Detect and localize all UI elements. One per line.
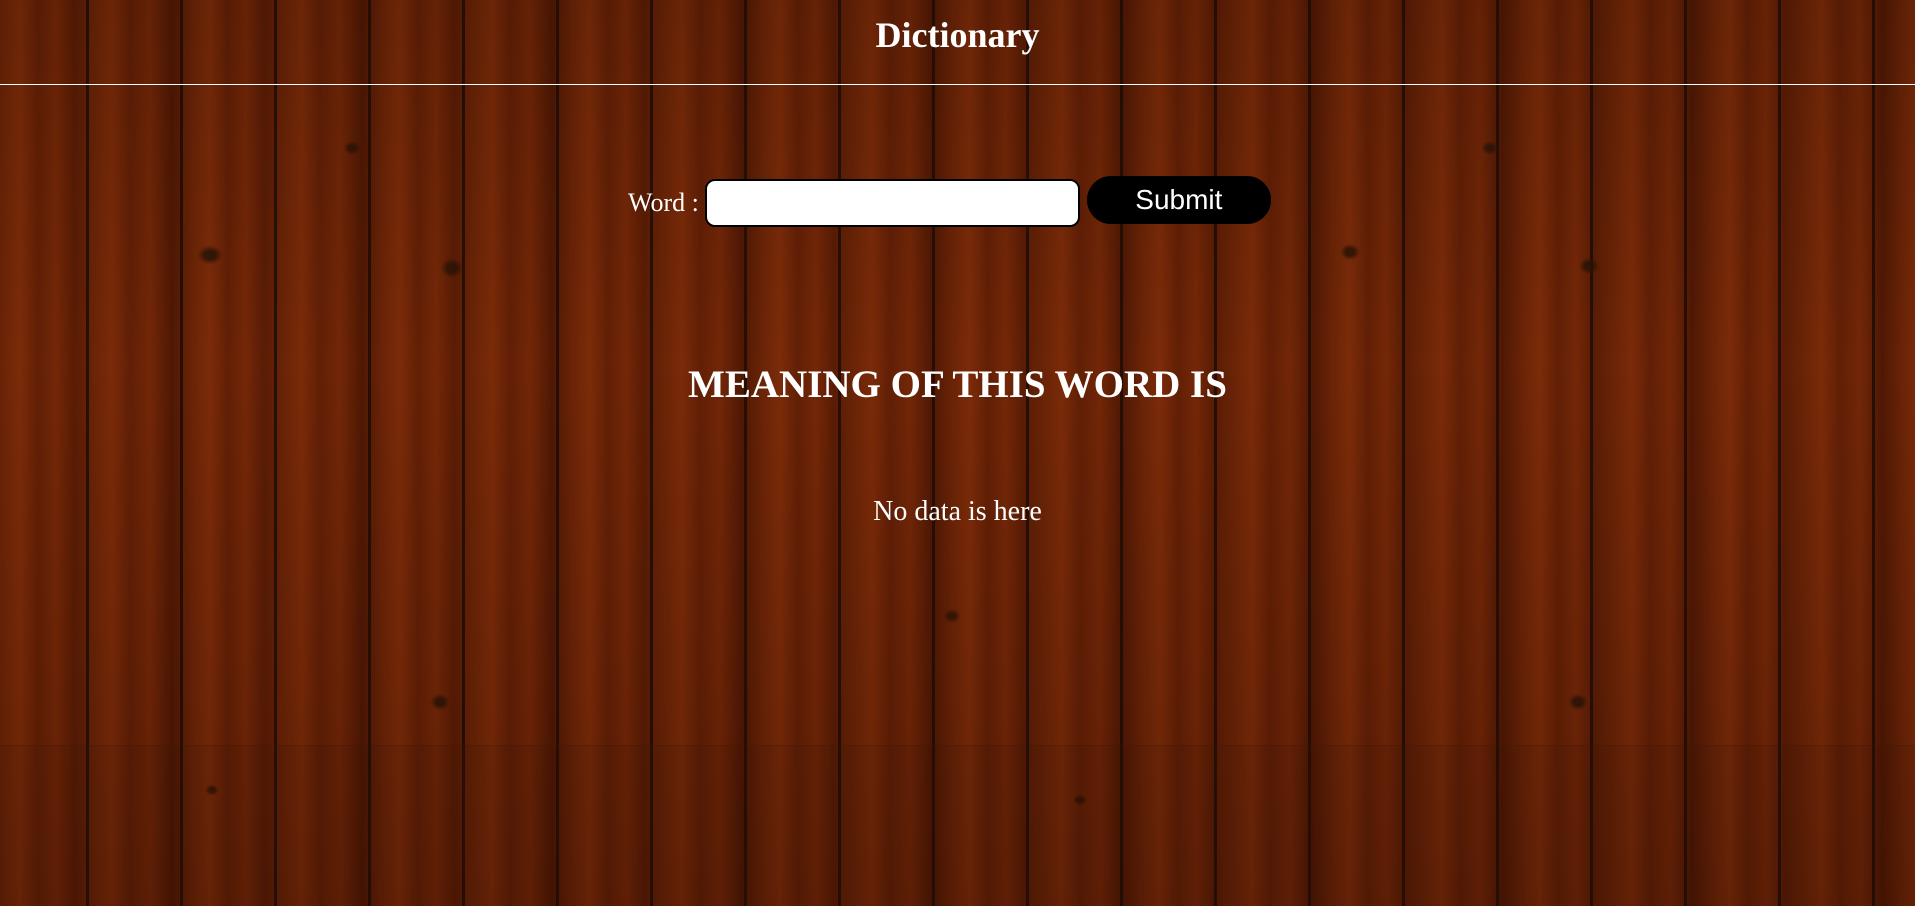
search-form: Word : Submit (628, 176, 1271, 230)
page: Dictionary Word : Submit MEANING OF THIS… (0, 0, 1915, 906)
word-label: Word : (628, 188, 699, 217)
header: Dictionary (0, 0, 1915, 85)
word-input[interactable] (704, 179, 1080, 227)
submit-button[interactable]: Submit (1086, 176, 1271, 224)
page-title: Dictionary (875, 15, 1040, 55)
result-text: No data is here (873, 496, 1042, 527)
meaning-heading: MEANING OF THIS WORD IS (688, 363, 1227, 406)
